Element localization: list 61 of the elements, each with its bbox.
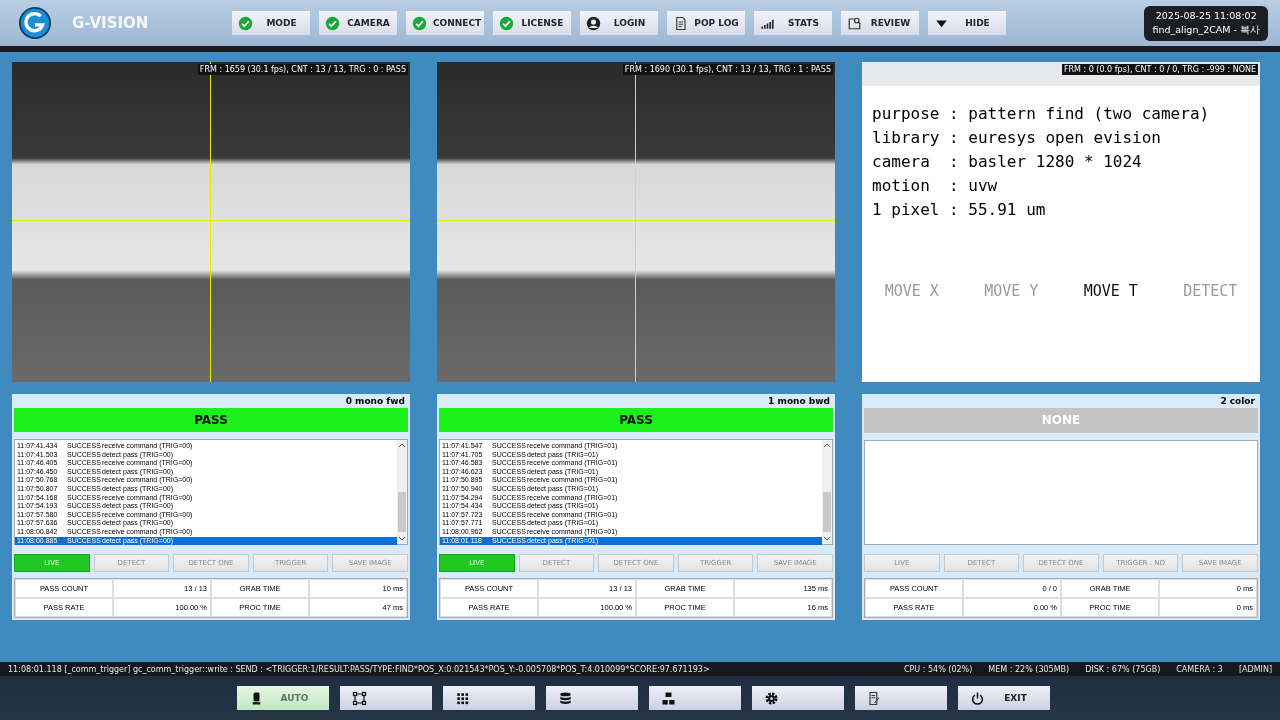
scroll-down-icon[interactable]: [823, 536, 831, 542]
logo-icon: [18, 6, 52, 40]
check-icon: [238, 15, 253, 31]
frame-info-text: FRM : 1690 (30.1 fps), CNT : 13 / 13, TRG : 1 : PASS: [622, 64, 833, 75]
scrollbar[interactable]: [822, 440, 832, 544]
edit-document-icon: [867, 690, 882, 706]
info-line: purpose : pattern find (two camera): [872, 103, 1211, 125]
grid-icon: [455, 690, 470, 706]
hierarchy-icon: [661, 690, 676, 706]
nav-button[interactable]: [340, 686, 432, 710]
info-line: camera : basler 1280 * 1024: [872, 151, 1143, 173]
recipe-name: find_align_2CAM - 복사: [1152, 23, 1260, 37]
camera-name: 1 mono bwd: [767, 396, 831, 408]
toolbar-button[interactable]: HIDE: [928, 11, 1006, 35]
nav-button[interactable]: [443, 686, 535, 710]
info-line: motion : uvw: [872, 175, 999, 197]
frame-info-text: FRM : 1659 (30.1 fps), CNT : 13 / 13, TRG : 0 : PASS: [197, 64, 408, 75]
cpu-usage: CPU : 54% (02%): [903, 664, 973, 674]
toolbar-button[interactable]: STATS: [754, 11, 832, 35]
nav-button[interactable]: [649, 686, 741, 710]
power-icon: [970, 690, 985, 706]
nodes-icon: [352, 690, 367, 706]
nav-button[interactable]: AUTO: [237, 686, 329, 710]
settings-icon: [764, 690, 779, 706]
database-icon: [558, 690, 573, 706]
scroll-up-icon[interactable]: [823, 442, 831, 448]
toolbar-button[interactable]: POP LOG: [667, 11, 745, 35]
camera-name: 2 color: [1219, 396, 1256, 408]
nav-button[interactable]: [752, 686, 844, 710]
check-icon: [412, 15, 427, 31]
camera-count: CAMERA : 3: [1176, 664, 1223, 674]
toolbar-button[interactable]: LOGIN: [580, 11, 658, 35]
info-line: library : euresys open evision: [872, 127, 1162, 149]
camera-name: 0 mono fwd: [344, 396, 406, 408]
memory-usage: MEM : 22% (305MB): [988, 664, 1070, 674]
toolbar-button[interactable]: CAMERA: [319, 11, 397, 35]
app-title: G-VISION: [72, 14, 150, 32]
scrollbar[interactable]: [397, 440, 407, 544]
scroll-down-icon[interactable]: [398, 536, 406, 542]
status-message: 11:08:01.118 [_comm_trigger] gc_comm_trigger::write : SEND : <TRIGGER:1/RESULT:PASS/TYPE:FIND*POS_X:0.021543*POS_Y:-0.005708*POS_T:4.010099*SCORE:97.671193>: [8, 664, 711, 674]
check-icon: [325, 15, 340, 31]
datetime-text: 2025-08-25 11:08:02: [1155, 9, 1257, 21]
toolbar-button[interactable]: MODE: [232, 11, 310, 35]
user-level: [ADMIN]: [1238, 664, 1272, 674]
move-button[interactable]: MOVE T: [1081, 280, 1140, 302]
result-banner: PASS: [14, 408, 408, 432]
image-search-icon: [847, 15, 862, 31]
disk-usage: DISK : 67% (75GB): [1085, 664, 1161, 674]
result-banner: PASS: [439, 408, 833, 432]
scroll-up-icon[interactable]: [398, 442, 406, 448]
nav-button[interactable]: [546, 686, 638, 710]
result-banner: NONE: [864, 408, 1258, 433]
check-icon: [499, 15, 514, 31]
toolbar-button[interactable]: REVIEW: [841, 11, 919, 35]
document-icon: [673, 15, 688, 31]
toolbar-button[interactable]: CONNECT: [406, 11, 484, 35]
user-icon: [586, 15, 601, 31]
info-line: 1 pixel : 55.91 um: [872, 199, 1047, 221]
toolbar-button[interactable]: LICENSE: [493, 11, 571, 35]
frame-info-text: FRM : 0 (0.0 fps), CNT : 0 / 0, TRG : -999 : NONE: [1061, 64, 1258, 75]
nav-button[interactable]: EXIT: [958, 686, 1050, 710]
